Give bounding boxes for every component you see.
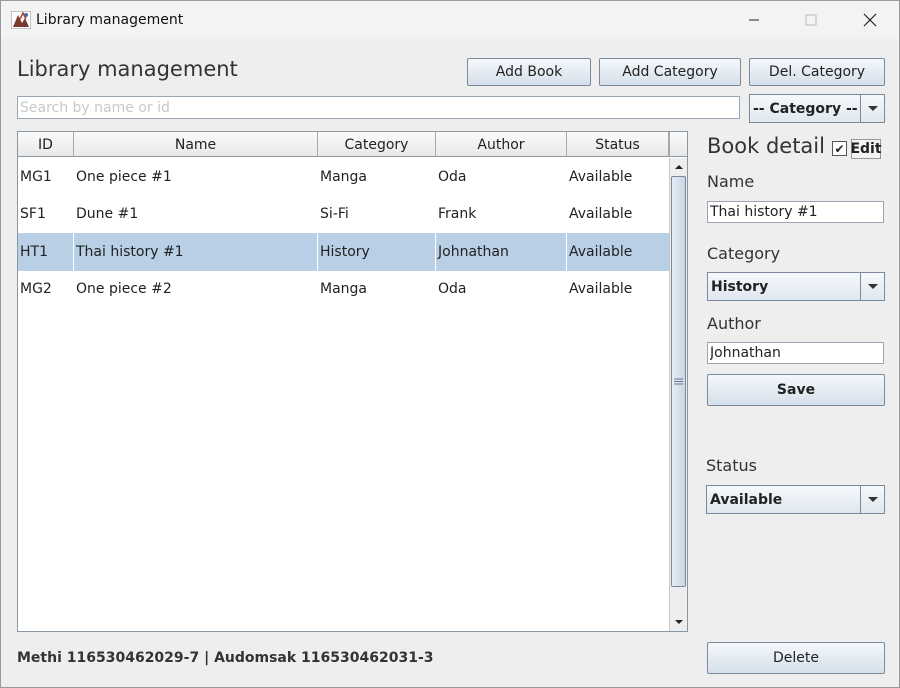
cell-name: One piece #1 — [76, 168, 172, 185]
table-row[interactable]: MG2 One piece #2 Manga Oda Available — [18, 271, 669, 309]
credits-text: Methi 116530462029-7 | Audomsak 11653046… — [17, 650, 434, 666]
cell-category: History — [318, 233, 436, 271]
books-table: ID Name Category Author Status MG1 One p… — [17, 131, 688, 632]
cell-category: Manga — [320, 168, 367, 185]
close-icon — [863, 13, 877, 27]
save-button[interactable]: Save — [707, 374, 885, 406]
column-header-name[interactable]: Name — [74, 132, 318, 157]
edit-checkbox[interactable]: ✔ — [832, 141, 847, 156]
minimize-icon — [749, 19, 759, 21]
cell-status: Available — [569, 281, 633, 298]
cell-id: MG1 — [20, 168, 52, 185]
delete-button[interactable]: Delete — [707, 642, 885, 674]
cell-name: Thai history #1 — [74, 233, 318, 271]
cell-id: MG2 — [20, 281, 52, 298]
scroll-up-icon[interactable] — [670, 158, 687, 176]
window-title: Library management — [36, 12, 184, 28]
cell-status: Available — [569, 168, 633, 185]
chevron-down-icon[interactable] — [860, 273, 884, 300]
chevron-down-icon[interactable] — [860, 95, 884, 122]
book-detail-title: Book detail — [707, 134, 825, 158]
edit-checkbox-label[interactable]: Edit — [850, 139, 882, 159]
status-dropdown-value: Available — [710, 491, 783, 508]
name-label: Name — [707, 172, 755, 191]
category-filter-value: -- Category -- — [753, 100, 858, 117]
chevron-down-icon[interactable] — [860, 486, 884, 513]
add-book-button[interactable]: Add Book — [467, 58, 591, 86]
delete-category-button[interactable]: Del. Category — [749, 58, 885, 86]
column-header-status[interactable]: Status — [567, 132, 669, 157]
category-label: Category — [707, 244, 781, 263]
table-row[interactable]: SF1 Dune #1 Si-Fi Frank Available — [18, 196, 669, 234]
cell-category: Manga — [320, 281, 367, 298]
cell-author: Johnathan — [436, 233, 567, 271]
maximize-icon — [805, 14, 817, 26]
column-header-author[interactable]: Author — [436, 132, 567, 157]
app-window: Library management Library management Ad… — [0, 0, 900, 688]
maximize-button[interactable] — [782, 1, 840, 39]
author-field[interactable] — [707, 342, 884, 364]
cell-category: Si-Fi — [320, 206, 349, 223]
cell-author: Frank — [438, 206, 477, 223]
cell-status: Available — [569, 206, 633, 223]
column-header-category[interactable]: Category — [318, 132, 436, 157]
table-row[interactable]: MG1 One piece #1 Manga Oda Available — [18, 158, 669, 196]
scrollbar-thumb[interactable] — [671, 176, 686, 587]
table-scrollbar[interactable] — [669, 158, 687, 631]
checkmark-icon: ✔ — [834, 141, 845, 156]
name-field[interactable] — [707, 201, 884, 223]
close-button[interactable] — [841, 1, 899, 39]
category-dropdown-value: History — [711, 278, 769, 295]
category-filter-dropdown[interactable]: -- Category -- — [749, 94, 885, 123]
cell-id: HT1 — [18, 233, 74, 271]
cell-author: Oda — [438, 168, 467, 185]
java-app-icon — [10, 10, 32, 30]
column-header-id[interactable]: ID — [18, 132, 74, 157]
table-row-selected[interactable]: HT1 Thai history #1 History Johnathan Av… — [18, 233, 669, 271]
cell-id: SF1 — [20, 206, 46, 223]
cell-author: Oda — [438, 281, 467, 298]
table-body: MG1 One piece #1 Manga Oda Available SF1… — [18, 158, 669, 308]
page-title: Library management — [17, 57, 238, 81]
category-dropdown[interactable]: History — [707, 272, 885, 301]
author-label: Author — [707, 314, 761, 333]
title-bar: Library management — [1, 1, 899, 39]
table-header: ID Name Category Author Status — [18, 132, 669, 157]
search-input[interactable] — [17, 96, 740, 119]
add-category-button[interactable]: Add Category — [599, 58, 741, 86]
cell-name: Dune #1 — [76, 206, 139, 223]
cell-status: Available — [569, 243, 633, 260]
status-dropdown[interactable]: Available — [706, 485, 885, 514]
scroll-down-icon[interactable] — [670, 613, 687, 631]
grip-icon — [674, 378, 683, 385]
minimize-button[interactable] — [725, 1, 783, 39]
cell-name: One piece #2 — [76, 281, 172, 298]
table-header-corner — [669, 132, 687, 157]
status-label: Status — [706, 456, 757, 475]
